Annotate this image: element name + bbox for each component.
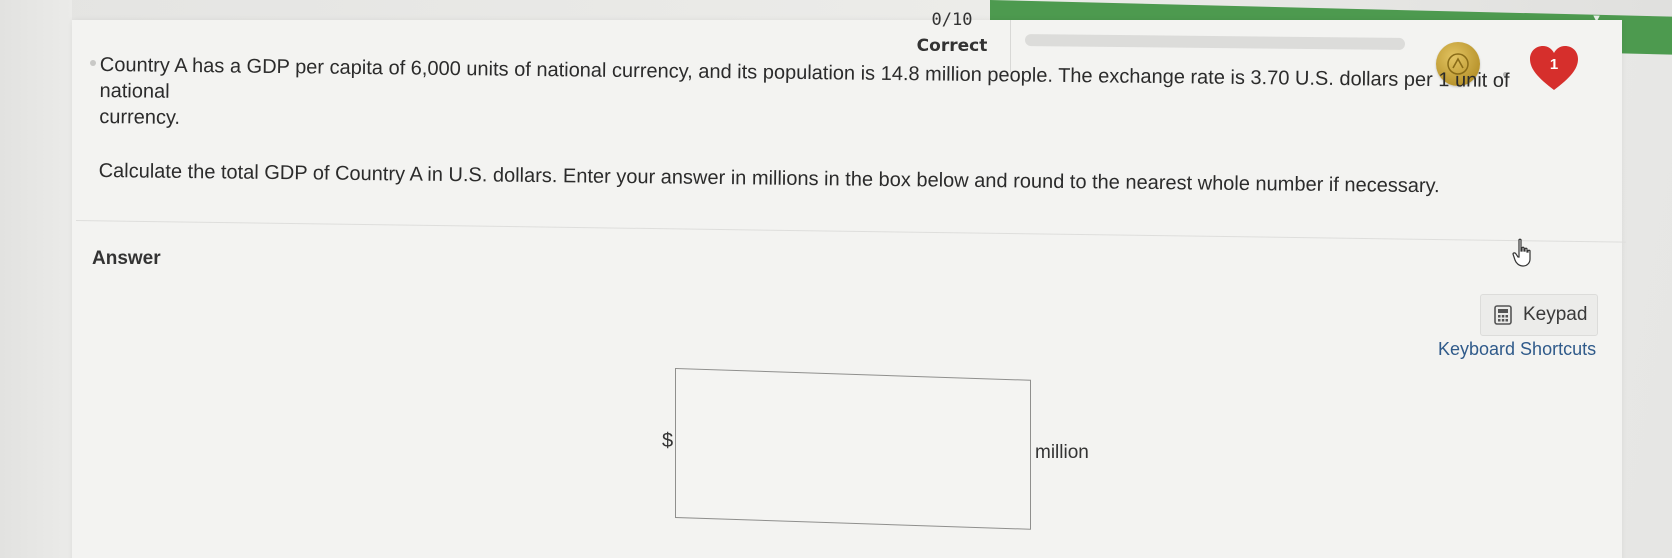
currency-prefix: $ <box>662 430 674 452</box>
keypad-button[interactable]: Keypad <box>1480 294 1598 336</box>
score-count: 0/10 <box>931 10 973 30</box>
question-bullet <box>90 60 96 66</box>
calculator-icon <box>1494 305 1512 325</box>
unit-suffix: million <box>1035 442 1089 463</box>
hand-pointer-icon <box>1510 238 1536 268</box>
question-text: Country A has a GDP per capita of 6,000 … <box>99 52 1580 201</box>
keyboard-shortcuts-link[interactable]: Keyboard Shortcuts <box>1438 339 1596 360</box>
left-margin <box>0 0 72 558</box>
answer-label: Answer <box>92 248 161 269</box>
score-label: Correct <box>916 36 988 56</box>
answer-input[interactable] <box>675 368 1031 530</box>
score-display: 0/10 Correct <box>912 10 992 56</box>
screen: ▼ 0/10 Correct 1 Country A has a GDP per… <box>0 0 1672 558</box>
keypad-label: Keypad <box>1523 304 1588 325</box>
